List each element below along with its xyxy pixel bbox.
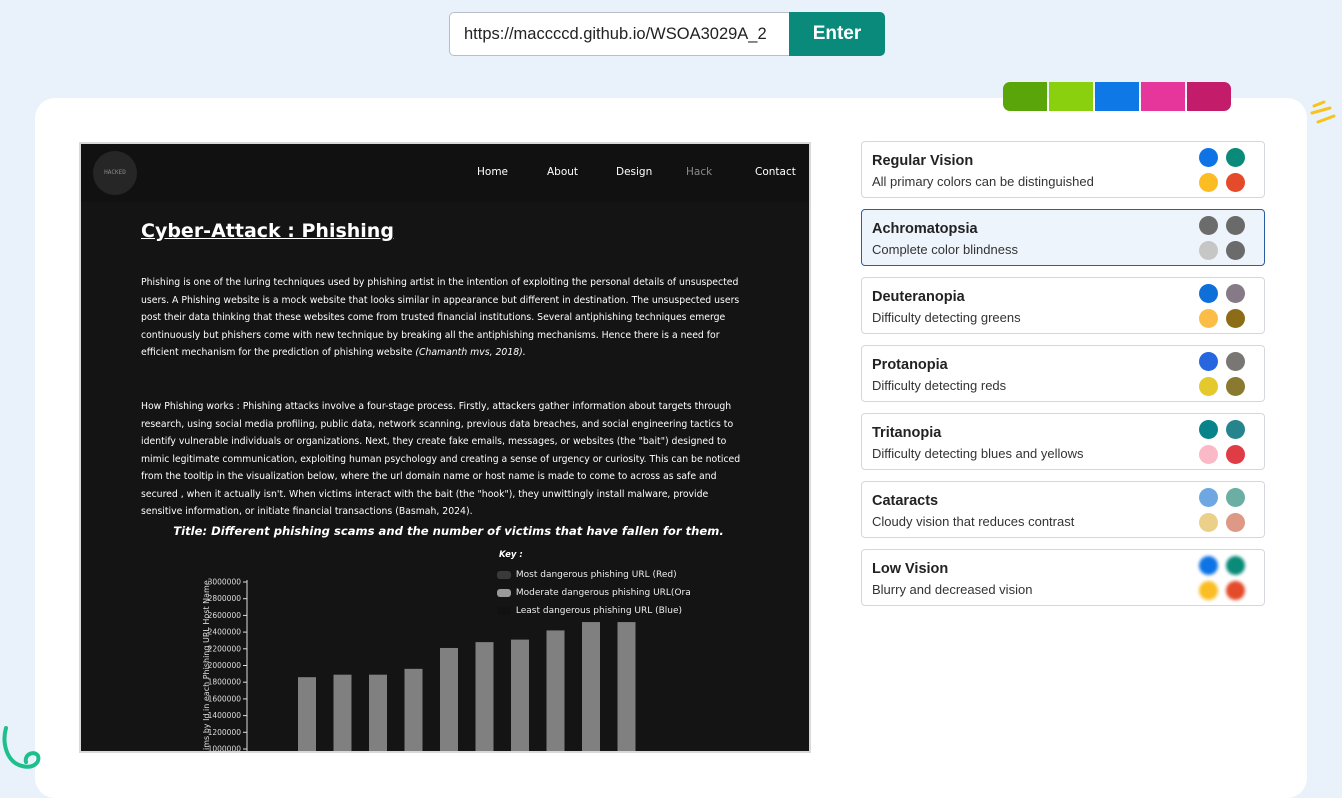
color-preview-dots <box>1199 147 1251 195</box>
vision-description: Cloudy vision that reduces contrast <box>872 514 1075 529</box>
vision-description: Difficulty detecting greens <box>872 310 1021 325</box>
y-tick-label: 2400000 <box>208 628 242 637</box>
website-preview: HACKED Home About Design Hack Contact Cy… <box>79 142 811 753</box>
color-preview-dots <box>1199 419 1251 467</box>
chart-bar <box>475 642 494 751</box>
y-tick-label: 3000000 <box>208 578 242 587</box>
color-dot <box>1226 445 1245 464</box>
vision-option-cataracts[interactable]: Cataracts Cloudy vision that reduces cont… <box>861 481 1265 538</box>
y-tick-label: 1600000 <box>208 694 242 703</box>
color-preview-dots <box>1199 555 1251 603</box>
chart-bar <box>582 622 600 751</box>
chart-bar <box>404 668 423 751</box>
url-input[interactable]: https://maccccd.github.io/WSOA3029A_2 <box>449 12 789 56</box>
color-dot <box>1226 556 1245 575</box>
y-tick-label: 2600000 <box>208 611 242 620</box>
sparkle-decoration-icon <box>1310 100 1336 124</box>
chart-bar <box>546 630 565 751</box>
url-bar: https://maccccd.github.io/WSOA3029A_2 En… <box>449 12 885 56</box>
color-dot <box>1199 488 1218 507</box>
color-dot <box>1199 216 1218 235</box>
color-dot <box>1226 488 1245 507</box>
vision-name: Achromatopsia <box>872 221 978 237</box>
color-dot <box>1226 309 1245 328</box>
chart-bar <box>617 622 636 751</box>
color-dot <box>1226 377 1245 396</box>
color-dot <box>1199 445 1218 464</box>
y-tick-label: 1000000 <box>208 745 242 752</box>
color-dot <box>1226 241 1245 260</box>
vision-option-tritanopia[interactable]: Tritanopia Difficulty detecting blues and… <box>861 413 1265 470</box>
palette-swatch-magenta <box>1187 82 1231 111</box>
y-tick-label: 2800000 <box>208 594 242 603</box>
y-tick-label: 1200000 <box>208 728 242 737</box>
brand-swirl-icon <box>2 726 41 769</box>
color-dot <box>1226 513 1245 532</box>
vision-option-achromatopsia[interactable]: Achromatopsia Complete color blindness <box>861 209 1265 266</box>
color-preview-dots <box>1199 487 1251 535</box>
color-dot <box>1199 513 1218 532</box>
y-tick-label: 1800000 <box>208 678 242 687</box>
y-tick-label: 2000000 <box>208 661 242 670</box>
y-tick-label: 2200000 <box>208 644 242 653</box>
chart-bar <box>333 674 352 751</box>
color-dot <box>1226 581 1245 600</box>
vision-name: Protanopia <box>872 357 948 373</box>
vision-name: Regular Vision <box>872 153 974 169</box>
chart-bar <box>369 674 387 751</box>
palette-swatch-green-light <box>1049 82 1093 111</box>
vision-name: Deuteranopia <box>872 289 965 305</box>
chart-bar <box>440 647 458 751</box>
chart-bar <box>298 677 316 751</box>
color-preview-dots <box>1199 283 1251 331</box>
color-preview-dots <box>1199 351 1251 399</box>
y-axis-label: ims by Id in each Phishing URL Host Name <box>202 580 211 750</box>
palette-swatch-green-dark <box>1003 82 1047 111</box>
vision-option-regular-vision[interactable]: Regular Vision All primary colors can be … <box>861 141 1265 198</box>
bar-chart: 3000000 2800000 2600000 2400000 2200000 20000… <box>202 578 636 752</box>
vision-option-low-vision[interactable]: Low Vision Blurry and decreased vision <box>861 549 1265 606</box>
chart-bar <box>511 639 529 751</box>
color-dot <box>1199 309 1218 328</box>
enter-button[interactable]: Enter <box>789 12 885 56</box>
color-dot <box>1199 173 1218 192</box>
color-dot <box>1226 420 1245 439</box>
color-dot <box>1199 556 1218 575</box>
color-dot <box>1226 216 1245 235</box>
color-dot <box>1199 352 1218 371</box>
color-dot <box>1226 173 1245 192</box>
color-dot <box>1199 420 1218 439</box>
color-dot <box>1199 241 1218 260</box>
vision-option-protanopia[interactable]: Protanopia Difficulty detecting reds <box>861 345 1265 402</box>
palette-swatch-pink <box>1141 82 1185 111</box>
color-dot <box>1199 148 1218 167</box>
color-dot <box>1199 377 1218 396</box>
vision-description: Complete color blindness <box>872 242 1018 257</box>
vision-description: Difficulty detecting blues and yellows <box>872 446 1084 461</box>
vision-option-deuteranopia[interactable]: Deuteranopia Difficulty detecting greens <box>861 277 1265 334</box>
color-preview-dots <box>1199 215 1251 263</box>
vision-description: All primary colors can be distinguished <box>872 174 1094 189</box>
y-tick-label: 1400000 <box>208 711 242 720</box>
color-palette <box>1003 82 1231 111</box>
vision-name: Tritanopia <box>872 425 942 441</box>
vision-description: Blurry and decreased vision <box>872 582 1033 597</box>
vision-name: Cataracts <box>872 493 939 509</box>
vision-name: Low Vision <box>872 561 949 577</box>
color-dot <box>1226 148 1245 167</box>
color-dot <box>1199 581 1218 600</box>
vision-list: Regular Vision All primary colors can be … <box>861 141 1265 617</box>
palette-swatch-blue <box>1095 82 1139 111</box>
color-dot <box>1226 284 1245 303</box>
color-dot <box>1226 352 1245 371</box>
vision-description: Difficulty detecting reds <box>872 378 1007 393</box>
color-dot <box>1199 284 1218 303</box>
